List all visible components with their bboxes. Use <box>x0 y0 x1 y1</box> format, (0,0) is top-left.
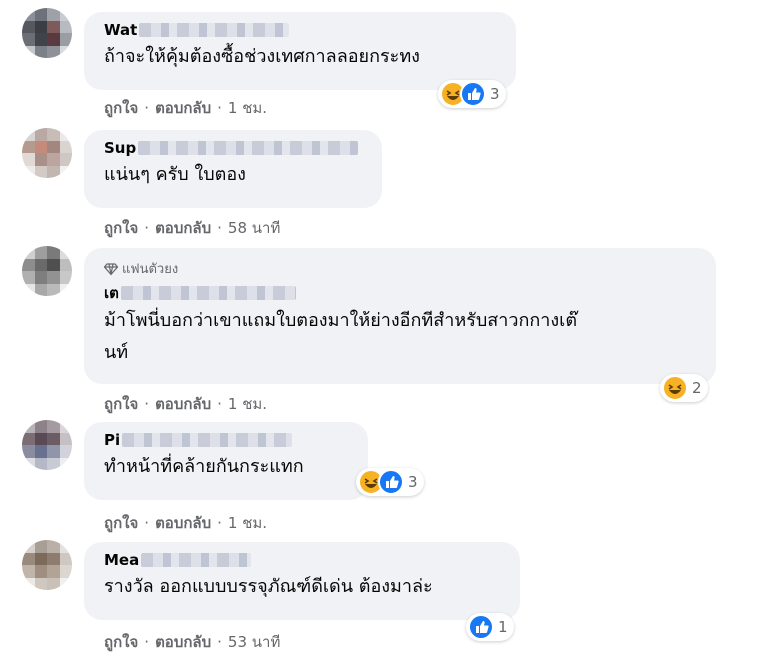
separator: · <box>144 514 150 532</box>
like-link[interactable]: ถูกใจ <box>104 630 138 654</box>
reaction-count: 2 <box>692 379 702 397</box>
like-link[interactable]: ถูกใจ <box>104 216 138 240</box>
like-link[interactable]: ถูกใจ <box>104 511 138 535</box>
separator: · <box>217 219 222 237</box>
avatar[interactable] <box>22 540 72 590</box>
reaction-count: 3 <box>490 85 500 103</box>
separator: · <box>144 633 150 651</box>
comment-bubble: แฟนตัวยง เต ม้าโพนี่บอกว่าเขาแถมใบตองมาใ… <box>84 248 716 384</box>
separator: · <box>144 395 150 413</box>
haha-icon <box>662 375 688 401</box>
reaction-summary[interactable]: 3 <box>356 468 424 496</box>
comment-bubble: Pi ทำหน้าที่คล้ายกันกระแทก <box>84 422 368 500</box>
badge-label: แฟนตัวยง <box>122 262 179 277</box>
like-icon <box>460 81 486 107</box>
commenter-name-text[interactable]: Pi <box>104 430 120 450</box>
name-redaction <box>120 286 296 300</box>
name-redaction <box>141 553 252 567</box>
comment-bubble: Sup แน่นๆ ครับ ใบตอง <box>84 130 382 208</box>
like-link[interactable]: ถูกใจ <box>104 392 138 416</box>
timestamp[interactable]: 58 นาที <box>228 216 280 240</box>
commenter-name-text[interactable]: Sup <box>104 138 136 158</box>
reply-link[interactable]: ตอบกลับ <box>155 630 211 654</box>
name-redaction <box>138 141 359 155</box>
comment-actions: ถูกใจ · ตอบกลับ · 58 นาที <box>104 216 280 240</box>
commenter-name[interactable]: Sup <box>104 138 370 158</box>
separator: · <box>217 514 222 532</box>
comment-actions: ถูกใจ · ตอบกลับ · 53 นาที <box>104 630 280 654</box>
comment-bubble: Mea รางวัล ออกแบบบรรจุภัณฑ์ดีเด่น ต้องมา… <box>84 542 520 620</box>
commenter-name[interactable]: เต <box>104 283 704 303</box>
comment-text: ถ้าจะให้คุ้มต้องซื้อช่วงเทศกาลลอยกระทง <box>104 46 420 67</box>
comment-actions: ถูกใจ · ตอบกลับ · 1 ชม. <box>104 96 267 120</box>
diamond-icon <box>104 262 118 275</box>
separator: · <box>144 219 150 237</box>
avatar[interactable] <box>22 246 72 296</box>
timestamp[interactable]: 1 ชม. <box>228 511 267 535</box>
reply-link[interactable]: ตอบกลับ <box>155 96 211 120</box>
comment-text: ม้าโพนี่บอกว่าเขาแถมใบตองมาให้ย่างอีกทีส… <box>104 305 704 369</box>
separator: · <box>217 99 222 117</box>
timestamp[interactable]: 53 นาที <box>228 630 280 654</box>
reaction-count: 3 <box>408 473 418 491</box>
like-icon <box>378 469 404 495</box>
like-link[interactable]: ถูกใจ <box>104 96 138 120</box>
comment-bubble: Wat ถ้าจะให้คุ้มต้องซื้อช่วงเทศกาลลอยกระ… <box>84 12 516 90</box>
comment-actions: ถูกใจ · ตอบกลับ · 1 ชม. <box>104 392 267 416</box>
name-redaction <box>122 433 293 447</box>
avatar[interactable] <box>22 128 72 178</box>
avatar[interactable] <box>22 8 72 58</box>
comment-text: รางวัล ออกแบบบรรจุภัณฑ์ดีเด่น ต้องมาล่ะ <box>104 576 433 597</box>
separator: · <box>217 395 222 413</box>
comment-text-line: ม้าโพนี่บอกว่าเขาแถมใบตองมาให้ย่างอีกทีส… <box>104 310 578 331</box>
name-redaction <box>139 23 290 37</box>
reply-link[interactable]: ตอบกลับ <box>155 216 211 240</box>
commenter-name[interactable]: Pi <box>104 430 356 450</box>
commenter-name-text[interactable]: Wat <box>104 20 137 40</box>
comment-actions: ถูกใจ · ตอบกลับ · 1 ชม. <box>104 511 267 535</box>
timestamp[interactable]: 1 ชม. <box>228 392 267 416</box>
commenter-name[interactable]: Mea <box>104 550 508 570</box>
separator: · <box>217 633 222 651</box>
comment-text-line: นท์ <box>104 342 129 363</box>
reaction-summary[interactable]: 2 <box>660 374 708 402</box>
reply-link[interactable]: ตอบกลับ <box>155 511 211 535</box>
avatar[interactable] <box>22 420 72 470</box>
reaction-summary[interactable]: 1 <box>466 613 514 641</box>
top-fan-badge[interactable]: แฟนตัวยง <box>104 258 704 279</box>
reaction-count: 1 <box>498 618 508 636</box>
reaction-summary[interactable]: 3 <box>438 80 506 108</box>
reply-link[interactable]: ตอบกลับ <box>155 392 211 416</box>
commenter-name[interactable]: Wat <box>104 20 504 40</box>
comment-text: ทำหน้าที่คล้ายกันกระแทก <box>104 456 304 477</box>
like-icon <box>468 614 494 640</box>
commenter-name-text[interactable]: Mea <box>104 550 139 570</box>
commenter-name-text[interactable]: เต <box>104 283 119 303</box>
comment-text: แน่นๆ ครับ ใบตอง <box>104 164 246 185</box>
separator: · <box>144 99 150 117</box>
timestamp[interactable]: 1 ชม. <box>228 96 267 120</box>
